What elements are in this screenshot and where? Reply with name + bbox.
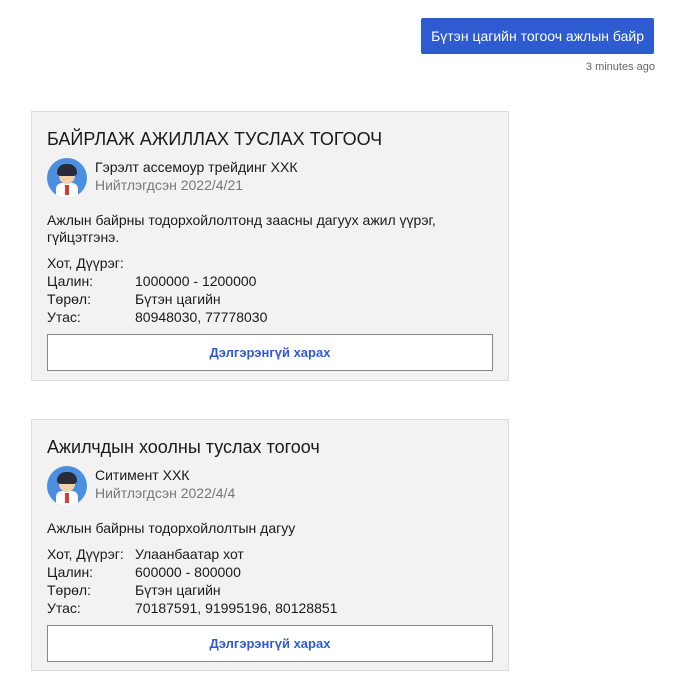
field-salary: Цалин: 1000000 - 1200000 xyxy=(47,272,493,290)
field-label: Утас: xyxy=(47,600,81,616)
job-title: Ажилчдын хоолны туслах тогооч xyxy=(47,437,320,457)
field-location: Хот, Дүүрэг: xyxy=(47,254,493,272)
company-info: Ситимент ХХК Нийтлэгдсэн 2022/4/4 xyxy=(47,466,493,508)
field-value: 1000000 - 1200000 xyxy=(135,273,257,289)
field-label: Цалин: xyxy=(47,273,94,289)
field-value: Бүтэн цагийн xyxy=(135,582,221,598)
company-name: Ситимент ХХК xyxy=(95,467,190,483)
field-label: Утас: xyxy=(47,309,81,325)
field-label: Төрөл: xyxy=(47,582,91,598)
field-value: 600000 - 800000 xyxy=(135,564,241,580)
job-details: Хот, Дүүрэг: Цалин: 1000000 - 1200000 Төр… xyxy=(47,254,493,326)
message-timestamp: 3 minutes ago xyxy=(585,61,655,73)
field-label: Хот, Дүүрэг: xyxy=(47,546,124,562)
field-label: Төрөл: xyxy=(47,291,91,307)
employer-avatar-icon xyxy=(47,158,87,198)
field-salary: Цалин: 600000 - 800000 xyxy=(47,563,493,581)
employer-avatar-icon xyxy=(47,466,87,506)
job-title: БАЙРЛАЖ АЖИЛЛАХ ТУСЛАХ ТОГООЧ xyxy=(47,129,383,149)
field-phone: Утас: 70187591, 91995196, 80128851 xyxy=(47,599,493,617)
company-info: Гэрэлт ассемоур трейдинг ХХК Нийтлэгдсэн… xyxy=(47,158,493,200)
field-value: Улаанбаатар хот xyxy=(135,546,244,562)
user-message-bubble: Бүтэн цагийн тогооч ажлын байр xyxy=(421,18,654,54)
posted-date: Нийтлэгдсэн 2022/4/4 xyxy=(95,485,236,501)
field-type: Төрөл: Бүтэн цагийн xyxy=(47,290,493,308)
job-details: Хот, Дүүрэг: Улаанбаатар хот Цалин: 600000… xyxy=(47,545,493,617)
field-label: Хот, Дүүрэг: xyxy=(47,255,124,271)
field-value: 70187591, 91995196, 80128851 xyxy=(135,600,338,616)
posted-date: Нийтлэгдсэн 2022/4/21 xyxy=(95,177,244,193)
field-value: 80948030, 77778030 xyxy=(135,309,268,325)
company-name: Гэрэлт ассемоур трейдинг ХХК xyxy=(95,159,298,175)
field-phone: Утас: 80948030, 77778030 xyxy=(47,308,493,326)
field-type: Төрөл: Бүтэн цагийн xyxy=(47,581,493,599)
job-description: Ажлын байрны тодорхойлолтонд заасны дагу… xyxy=(47,212,436,245)
job-description: Ажлын байрны тодорхойлолтын дагуу xyxy=(47,520,296,536)
field-value: Бүтэн цагийн xyxy=(135,291,221,307)
job-card: БАЙРЛАЖ АЖИЛЛАХ ТУСЛАХ ТОГООЧ Гэрэлт асс… xyxy=(31,111,509,381)
view-details-button[interactable]: Дэлгэрэнгүй харах xyxy=(47,625,493,662)
view-details-button[interactable]: Дэлгэрэнгүй харах xyxy=(47,334,493,371)
field-location: Хот, Дүүрэг: Улаанбаатар хот xyxy=(47,545,493,563)
field-label: Цалин: xyxy=(47,564,94,580)
job-card: Ажилчдын хоолны туслах тогооч Ситимент Х… xyxy=(31,419,509,671)
